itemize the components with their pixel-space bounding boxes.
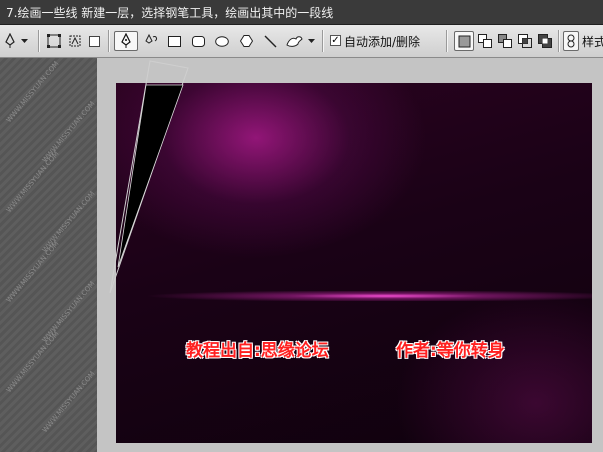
combine-shapes-icon[interactable] <box>454 31 474 51</box>
toolbar-divider <box>38 30 40 52</box>
rectangle-tool-icon[interactable] <box>166 31 182 51</box>
toolbar-divider <box>446 30 448 52</box>
shape-layers-mode-icon[interactable] <box>44 31 64 51</box>
document-workspace: WWW.MISSYUAN.COM WWW.MISSYUAN.COM WWW.MI… <box>0 58 603 452</box>
freeform-pen-tool-icon[interactable] <box>142 31 162 51</box>
tutorial-step-caption: 7.绘画一些线 新建一层，选择钢笔工具，绘画出其中的一段线 <box>6 6 334 20</box>
ellipse-tool-icon[interactable] <box>214 31 230 51</box>
custom-shape-tool-icon[interactable] <box>284 31 304 51</box>
watermark-text: WWW.MISSYUAN.COM <box>4 329 61 395</box>
tutorial-source-text: 教程出自:思缘论坛 <box>186 341 329 361</box>
pen-tool-preset-icon[interactable] <box>2 31 18 51</box>
line-tool-icon[interactable] <box>262 31 278 51</box>
options-bar: ✓ 自动添加/删除 样式 <box>0 25 603 58</box>
polygon-tool-icon[interactable] <box>238 31 254 51</box>
paths-mode-icon[interactable] <box>66 31 84 51</box>
toolbar-divider <box>322 30 324 52</box>
pen-path-shape[interactable] <box>0 58 200 308</box>
fill-pixels-mode-icon[interactable] <box>86 31 102 51</box>
intersect-shape-areas-icon[interactable] <box>516 31 534 51</box>
toolbar-divider <box>108 30 110 52</box>
add-to-shape-area-icon[interactable] <box>476 31 494 51</box>
auto-add-delete-label: 自动添加/删除 <box>344 35 421 49</box>
auto-add-delete-checkbox[interactable]: ✓ <box>330 35 341 46</box>
subtract-from-shape-area-icon[interactable] <box>496 31 514 51</box>
style-label: 样式 <box>582 35 603 49</box>
toolbar-divider <box>558 30 560 52</box>
tutorial-title-bar: 7.绘画一些线 新建一层，选择钢笔工具，绘画出其中的一段线 <box>0 0 603 25</box>
pen-tool-icon[interactable] <box>114 31 138 51</box>
preset-dropdown-arrow-icon[interactable] <box>18 31 30 51</box>
exclude-overlapping-shape-areas-icon[interactable] <box>536 31 554 51</box>
rounded-rectangle-tool-icon[interactable] <box>190 31 206 51</box>
shape-dropdown-arrow-icon[interactable] <box>305 31 317 51</box>
author-text: 作者:等你转身 <box>396 341 505 361</box>
watermark-text: WWW.MISSYUAN.COM <box>40 369 97 435</box>
style-link-icon[interactable] <box>563 31 579 51</box>
